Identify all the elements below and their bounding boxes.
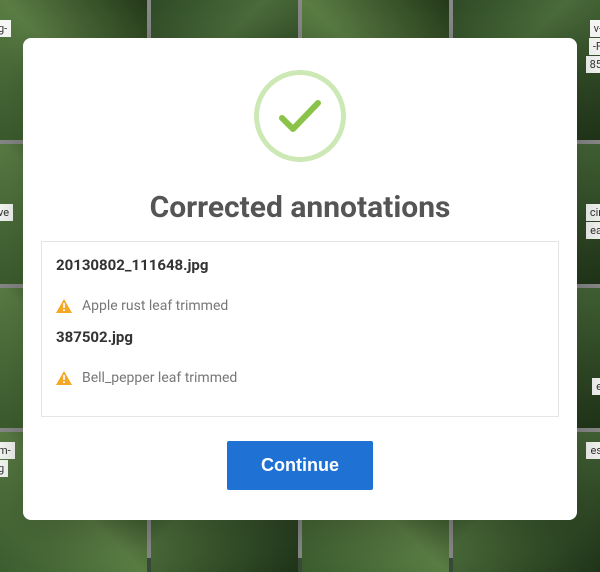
warning-icon: [56, 371, 72, 385]
success-check-icon: [254, 70, 346, 162]
annotation-message: Bell_pepper leaf trimmed: [82, 370, 237, 386]
corrected-annotations-modal: Corrected annotations 20130802_111648.jp…: [23, 38, 577, 520]
annotation-file-name: 387502.jpg: [56, 324, 544, 370]
annotation-item: 20130802_111648.jpg Apple rust leaf trim…: [56, 252, 544, 324]
annotation-file-name: 20130802_111648.jpg: [56, 252, 544, 298]
annotation-message: Apple rust leaf trimmed: [82, 298, 228, 314]
annotation-message-row: Bell_pepper leaf trimmed: [56, 370, 544, 396]
modal-title: Corrected annotations: [150, 190, 451, 225]
continue-button[interactable]: Continue: [227, 441, 373, 490]
annotation-item: 387502.jpg Bell_pepper leaf trimmed: [56, 324, 544, 396]
annotations-list: 20130802_111648.jpg Apple rust leaf trim…: [41, 241, 559, 417]
warning-icon: [56, 299, 72, 313]
annotation-message-row: Apple rust leaf trimmed: [56, 298, 544, 324]
